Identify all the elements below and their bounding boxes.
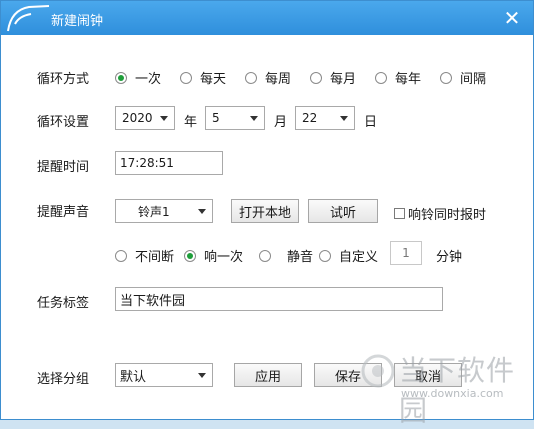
group-select[interactable]: 默认 — [115, 363, 213, 387]
watermark-logo-icon — [361, 354, 395, 388]
month-select[interactable]: 5 — [205, 106, 265, 130]
task-label-input[interactable]: 当下软件园 — [115, 287, 443, 311]
announce-time-checkbox[interactable]: 响铃同时报时 — [394, 204, 486, 223]
loop-setting-label: 循环设置 — [37, 115, 90, 130]
reminder-time-label: 提醒时间 — [37, 160, 90, 175]
ring-continuous-radio[interactable]: 不间断 — [115, 246, 174, 265]
sound-select[interactable]: 铃声1 — [115, 199, 213, 223]
ring-custom-radio[interactable]: 自定义 — [319, 246, 378, 265]
chevron-down-icon — [340, 116, 348, 121]
minutes-unit: 分钟 — [436, 250, 463, 265]
month-unit: 月 — [274, 115, 288, 130]
year-select[interactable]: 2020 — [115, 106, 175, 130]
preview-sound-button[interactable]: 试听 — [308, 199, 378, 223]
day-unit: 日 — [364, 115, 378, 130]
watermark-url: www.downxia.com — [401, 387, 504, 400]
new-alarm-dialog: 新建闹钟 ✕ 循环方式 一次 每天 每周 每月 每年 间隔 循环设置 2020 … — [0, 0, 534, 427]
chevron-down-icon — [198, 373, 206, 378]
chevron-down-icon — [198, 209, 206, 214]
day-select[interactable]: 22 — [295, 106, 355, 130]
custom-minutes-input[interactable]: 1 — [390, 241, 422, 265]
radio-icon — [259, 249, 271, 262]
year-unit: 年 — [184, 115, 198, 130]
radio-icon — [245, 71, 257, 84]
radio-icon — [310, 71, 322, 84]
radio-selected-icon — [115, 71, 127, 84]
watermark: 当下软件园 www.downxia.com — [361, 349, 533, 427]
ring-mute-radio[interactable]: 静音 — [259, 246, 313, 265]
loop-daily-radio[interactable]: 每天 — [180, 68, 226, 87]
ring-once-radio[interactable]: 响一次 — [184, 246, 243, 265]
app-logo-icon — [7, 5, 50, 32]
loop-weekly-radio[interactable]: 每周 — [245, 68, 291, 87]
chevron-down-icon — [160, 116, 168, 121]
window-title: 新建闹钟 — [51, 14, 104, 29]
radio-icon — [180, 71, 192, 84]
apply-button[interactable]: 应用 — [234, 363, 302, 387]
open-local-button[interactable]: 打开本地 — [231, 199, 299, 223]
close-button[interactable]: ✕ — [501, 7, 523, 29]
radio-icon — [319, 249, 331, 262]
loop-monthly-radio[interactable]: 每月 — [310, 68, 356, 87]
loop-mode-label: 循环方式 — [37, 72, 90, 87]
radio-selected-icon — [184, 249, 196, 262]
radio-icon — [375, 71, 387, 84]
group-label: 选择分组 — [37, 372, 90, 387]
radio-icon — [115, 249, 127, 262]
loop-once-radio[interactable]: 一次 — [115, 68, 161, 87]
loop-interval-radio[interactable]: 间隔 — [440, 68, 486, 87]
chevron-down-icon — [250, 116, 258, 121]
task-label-label: 任务标签 — [37, 296, 90, 311]
checkbox-icon — [394, 208, 405, 219]
loop-yearly-radio[interactable]: 每年 — [375, 68, 421, 87]
radio-icon — [440, 71, 452, 84]
reminder-time-input[interactable]: 17:28:51 — [115, 151, 223, 175]
reminder-sound-label: 提醒声音 — [37, 205, 90, 220]
title-bar[interactable]: 新建闹钟 ✕ — [1, 1, 533, 35]
